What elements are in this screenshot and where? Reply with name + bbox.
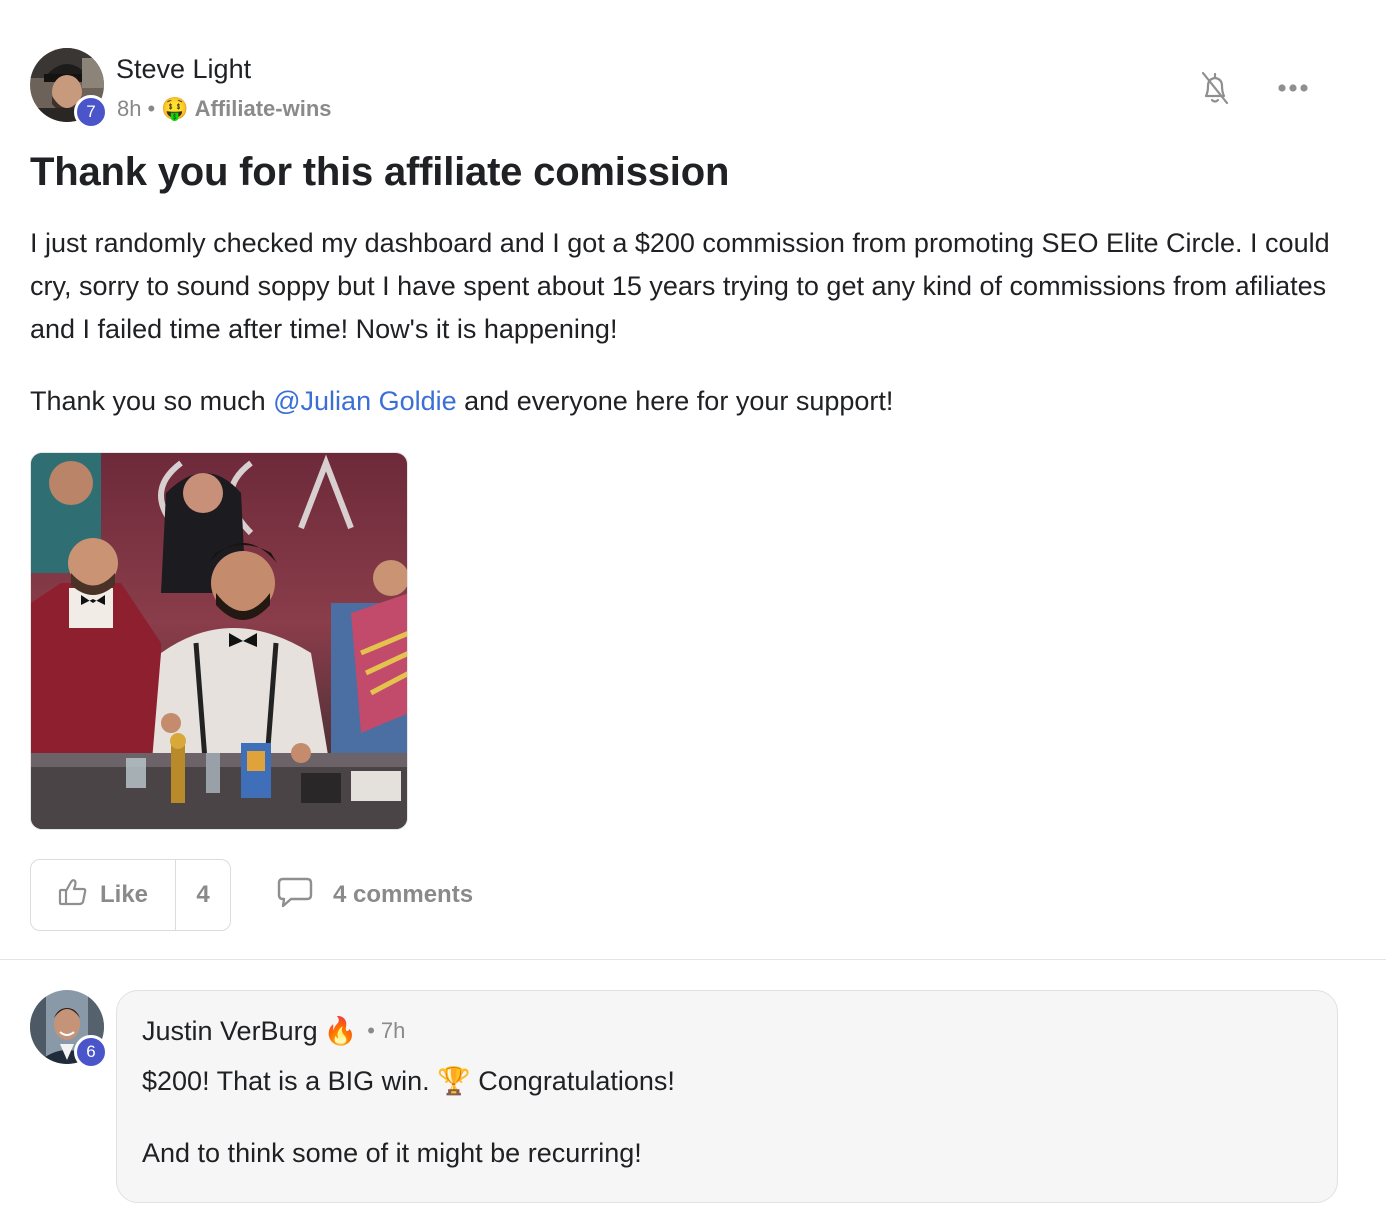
post-paragraph-2: Thank you so much @Julian Goldie and eve… xyxy=(30,380,1350,423)
like-button[interactable]: Like xyxy=(31,860,176,930)
comments-button[interactable]: 4 comments xyxy=(277,876,473,915)
like-count[interactable]: 4 xyxy=(176,860,230,930)
author-name[interactable]: Steve Light xyxy=(116,54,251,85)
post-header-actions xyxy=(1198,68,1310,108)
meta-separator: • xyxy=(147,96,156,121)
paragraph-2-start: Thank you so much xyxy=(30,386,274,416)
comments-count-label: 4 comments xyxy=(333,881,474,908)
post-gif-image[interactable] xyxy=(30,452,408,830)
like-label: Like xyxy=(99,881,149,908)
commenter-name[interactable]: Justin VerBurg xyxy=(142,1016,318,1047)
fire-emoji: 🔥 xyxy=(323,1016,358,1046)
post-actions: Like 4 4 comments xyxy=(30,859,473,931)
comment-time: 7h xyxy=(380,1018,406,1043)
post-title: Thank you for this affiliate comission xyxy=(30,150,730,194)
comment-separator: • xyxy=(367,1018,375,1043)
comment-line-1: $200! That is a BIG win. 🏆 Congratulatio… xyxy=(142,1066,675,1096)
comment-bubble-icon xyxy=(277,876,313,915)
author-level-badge: 7 xyxy=(74,95,108,129)
comment-line-2: And to think some of it might be recurri… xyxy=(142,1138,642,1168)
post-header: 7 Steve Light 8h • 🤑 Affiliate-wins xyxy=(30,48,1350,129)
mention-link[interactable]: @Julian Goldie xyxy=(273,386,457,416)
paragraph-2-end: and everyone here for your support! xyxy=(456,386,894,416)
post-divider xyxy=(0,959,1386,960)
post-meta: 8h • 🤑 Affiliate-wins xyxy=(117,96,332,122)
post-time: 8h xyxy=(117,96,142,121)
post-paragraph-1: I just randomly checked my dashboard and… xyxy=(30,228,1330,344)
bell-off-icon[interactable] xyxy=(1198,68,1232,108)
more-options-icon[interactable] xyxy=(1276,68,1310,108)
comment-item: 6 Justin VerBurg 🔥 • 7h $200! That is a … xyxy=(30,990,1340,1204)
post-category[interactable]: Affiliate-wins xyxy=(195,96,332,122)
comment-header: Justin VerBurg 🔥 • 7h xyxy=(142,1015,405,1047)
commenter-level-badge: 6 xyxy=(74,1035,108,1069)
post-body: I just randomly checked my dashboard and… xyxy=(30,222,1350,452)
comment-text: $200! That is a BIG win. 🏆 Congratulatio… xyxy=(142,1061,675,1205)
like-group: Like 4 xyxy=(30,859,231,931)
category-emoji: 🤑 xyxy=(161,96,189,121)
comment-bubble: Justin VerBurg 🔥 • 7h $200! That is a BI… xyxy=(116,990,1338,1203)
thumbs-up-icon xyxy=(58,878,88,913)
